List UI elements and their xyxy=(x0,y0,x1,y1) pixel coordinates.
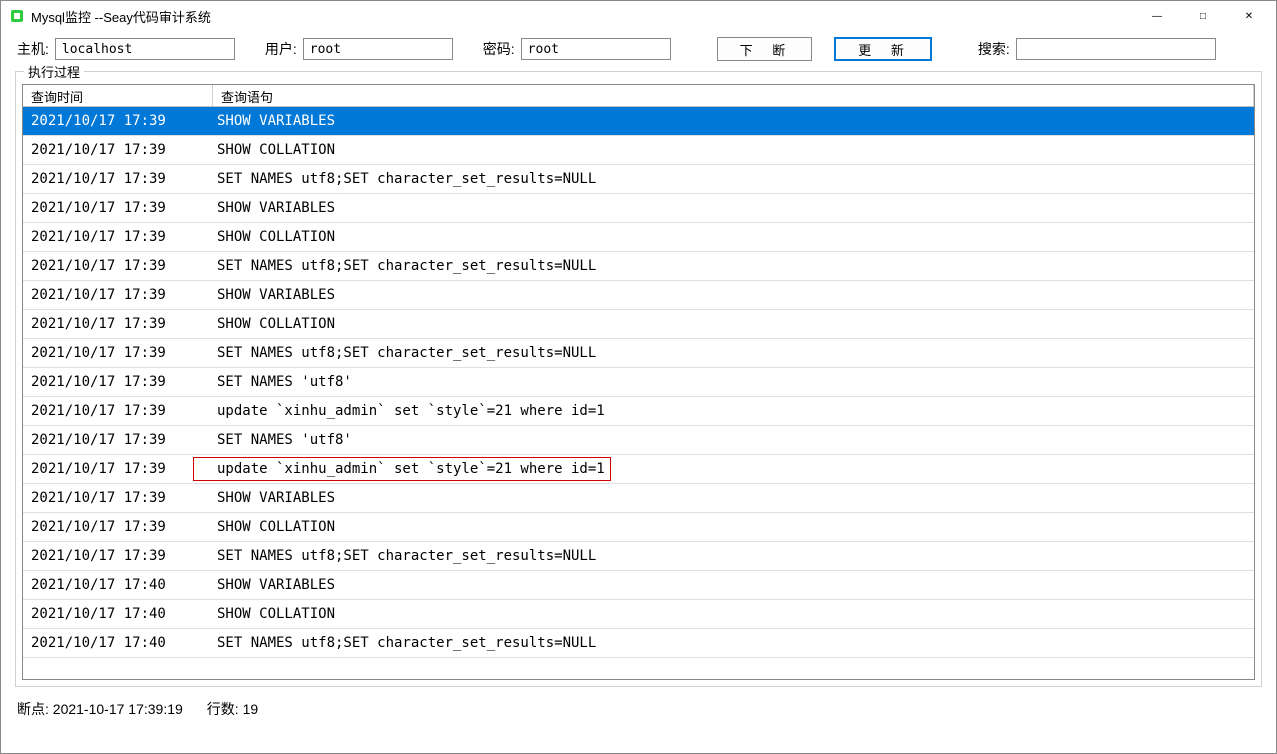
table-row[interactable]: 2021/10/17 17:39SET NAMES 'utf8' xyxy=(23,426,1254,455)
cell-time: 2021/10/17 17:39 xyxy=(23,113,213,129)
table-row[interactable]: 2021/10/17 17:39SHOW VARIABLES xyxy=(23,484,1254,513)
table-row[interactable]: 2021/10/17 17:39SET NAMES utf8;SET chara… xyxy=(23,542,1254,571)
table-row[interactable]: 2021/10/17 17:39SET NAMES 'utf8' xyxy=(23,368,1254,397)
cell-time: 2021/10/17 17:39 xyxy=(23,548,213,564)
cell-statement: SET NAMES utf8;SET character_set_results… xyxy=(213,258,1254,274)
user-label: 用户: xyxy=(265,39,297,59)
cell-statement: SHOW COLLATION xyxy=(213,606,1254,622)
close-button[interactable]: ✕ xyxy=(1226,1,1272,31)
table-row[interactable]: 2021/10/17 17:40SHOW VARIABLES xyxy=(23,571,1254,600)
cell-statement: SHOW VARIABLES xyxy=(213,287,1254,303)
cell-statement: SHOW VARIABLES xyxy=(213,577,1254,593)
cell-statement: SHOW COLLATION xyxy=(213,316,1254,332)
table-row[interactable]: 2021/10/17 17:39update `xinhu_admin` set… xyxy=(23,455,1254,484)
cell-time: 2021/10/17 17:39 xyxy=(23,461,213,477)
cell-statement: SET NAMES utf8;SET character_set_results… xyxy=(213,548,1254,564)
query-table[interactable]: 查询时间 查询语句 2021/10/17 17:39SHOW VARIABLES… xyxy=(22,84,1255,680)
table-header: 查询时间 查询语句 xyxy=(23,85,1254,107)
col-statement[interactable]: 查询语句 xyxy=(213,85,1254,106)
cell-statement: SHOW VARIABLES xyxy=(213,200,1254,216)
toolbar: 主机: 用户: 密码: 下 断 更 新 搜索: xyxy=(1,31,1276,71)
cell-time: 2021/10/17 17:39 xyxy=(23,142,213,158)
password-label: 密码: xyxy=(483,39,515,59)
break-button[interactable]: 下 断 xyxy=(717,37,813,61)
window-controls: — □ ✕ xyxy=(1134,1,1272,31)
cell-statement: SHOW COLLATION xyxy=(213,229,1254,245)
cell-statement: SHOW COLLATION xyxy=(213,519,1254,535)
window-title: Mysql监控 --Seay代码审计系统 xyxy=(31,7,1134,26)
host-input[interactable] xyxy=(55,38,235,60)
cell-statement: SHOW VARIABLES xyxy=(213,490,1254,506)
table-body: 2021/10/17 17:39SHOW VARIABLES2021/10/17… xyxy=(23,107,1254,658)
table-row[interactable]: 2021/10/17 17:39SET NAMES utf8;SET chara… xyxy=(23,339,1254,368)
cell-time: 2021/10/17 17:39 xyxy=(23,519,213,535)
cell-time: 2021/10/17 17:39 xyxy=(23,403,213,419)
cell-time: 2021/10/17 17:39 xyxy=(23,287,213,303)
cell-time: 2021/10/17 17:39 xyxy=(23,258,213,274)
cell-statement: update `xinhu_admin` set `style`=21 wher… xyxy=(213,461,1254,477)
search-input[interactable] xyxy=(1016,38,1216,60)
minimize-button[interactable]: — xyxy=(1134,1,1180,31)
cell-statement: SET NAMES 'utf8' xyxy=(213,374,1254,390)
table-row[interactable]: 2021/10/17 17:39SET NAMES utf8;SET chara… xyxy=(23,252,1254,281)
cell-statement: SHOW VARIABLES xyxy=(213,113,1254,129)
cell-statement: SHOW COLLATION xyxy=(213,142,1254,158)
cell-time: 2021/10/17 17:40 xyxy=(23,635,213,651)
table-row[interactable]: 2021/10/17 17:39SET NAMES utf8;SET chara… xyxy=(23,165,1254,194)
table-row[interactable]: 2021/10/17 17:39SHOW COLLATION xyxy=(23,136,1254,165)
statusbar: 断点: 2021-10-17 17:39:19 行数: 19 xyxy=(1,695,1276,723)
table-row[interactable]: 2021/10/17 17:39SHOW COLLATION xyxy=(23,223,1254,252)
titlebar: Mysql监控 --Seay代码审计系统 — □ ✕ xyxy=(1,1,1276,31)
table-row[interactable]: 2021/10/17 17:39update `xinhu_admin` set… xyxy=(23,397,1254,426)
host-label: 主机: xyxy=(17,39,49,59)
maximize-button[interactable]: □ xyxy=(1180,1,1226,31)
cell-statement: SET NAMES utf8;SET character_set_results… xyxy=(213,345,1254,361)
cell-time: 2021/10/17 17:39 xyxy=(23,171,213,187)
cell-time: 2021/10/17 17:40 xyxy=(23,577,213,593)
table-row[interactable]: 2021/10/17 17:40SET NAMES utf8;SET chara… xyxy=(23,629,1254,658)
cell-time: 2021/10/17 17:40 xyxy=(23,606,213,622)
breakpoint-status: 断点: 2021-10-17 17:39:19 xyxy=(17,699,183,719)
fieldset-legend: 执行过程 xyxy=(24,62,84,81)
cell-time: 2021/10/17 17:39 xyxy=(23,490,213,506)
table-row[interactable]: 2021/10/17 17:39SHOW VARIABLES xyxy=(23,107,1254,136)
refresh-button[interactable]: 更 新 xyxy=(834,37,932,61)
cell-time: 2021/10/17 17:39 xyxy=(23,316,213,332)
app-icon xyxy=(9,8,25,24)
table-row[interactable]: 2021/10/17 17:39SHOW COLLATION xyxy=(23,513,1254,542)
cell-statement: SET NAMES utf8;SET character_set_results… xyxy=(213,171,1254,187)
table-row[interactable]: 2021/10/17 17:39SHOW VARIABLES xyxy=(23,194,1254,223)
cell-time: 2021/10/17 17:39 xyxy=(23,374,213,390)
cell-statement: update `xinhu_admin` set `style`=21 wher… xyxy=(213,403,1254,419)
execution-fieldset: 执行过程 查询时间 查询语句 2021/10/17 17:39SHOW VARI… xyxy=(15,71,1262,687)
cell-time: 2021/10/17 17:39 xyxy=(23,345,213,361)
table-row[interactable]: 2021/10/17 17:40SHOW COLLATION xyxy=(23,600,1254,629)
search-label: 搜索: xyxy=(978,39,1010,59)
cell-statement: SET NAMES 'utf8' xyxy=(213,432,1254,448)
col-time[interactable]: 查询时间 xyxy=(23,85,213,106)
table-row[interactable]: 2021/10/17 17:39SHOW VARIABLES xyxy=(23,281,1254,310)
cell-statement: SET NAMES utf8;SET character_set_results… xyxy=(213,635,1254,651)
cell-time: 2021/10/17 17:39 xyxy=(23,432,213,448)
password-input[interactable] xyxy=(521,38,671,60)
table-row[interactable]: 2021/10/17 17:39SHOW COLLATION xyxy=(23,310,1254,339)
rowcount-status: 行数: 19 xyxy=(207,699,258,719)
cell-time: 2021/10/17 17:39 xyxy=(23,229,213,245)
cell-time: 2021/10/17 17:39 xyxy=(23,200,213,216)
user-input[interactable] xyxy=(303,38,453,60)
